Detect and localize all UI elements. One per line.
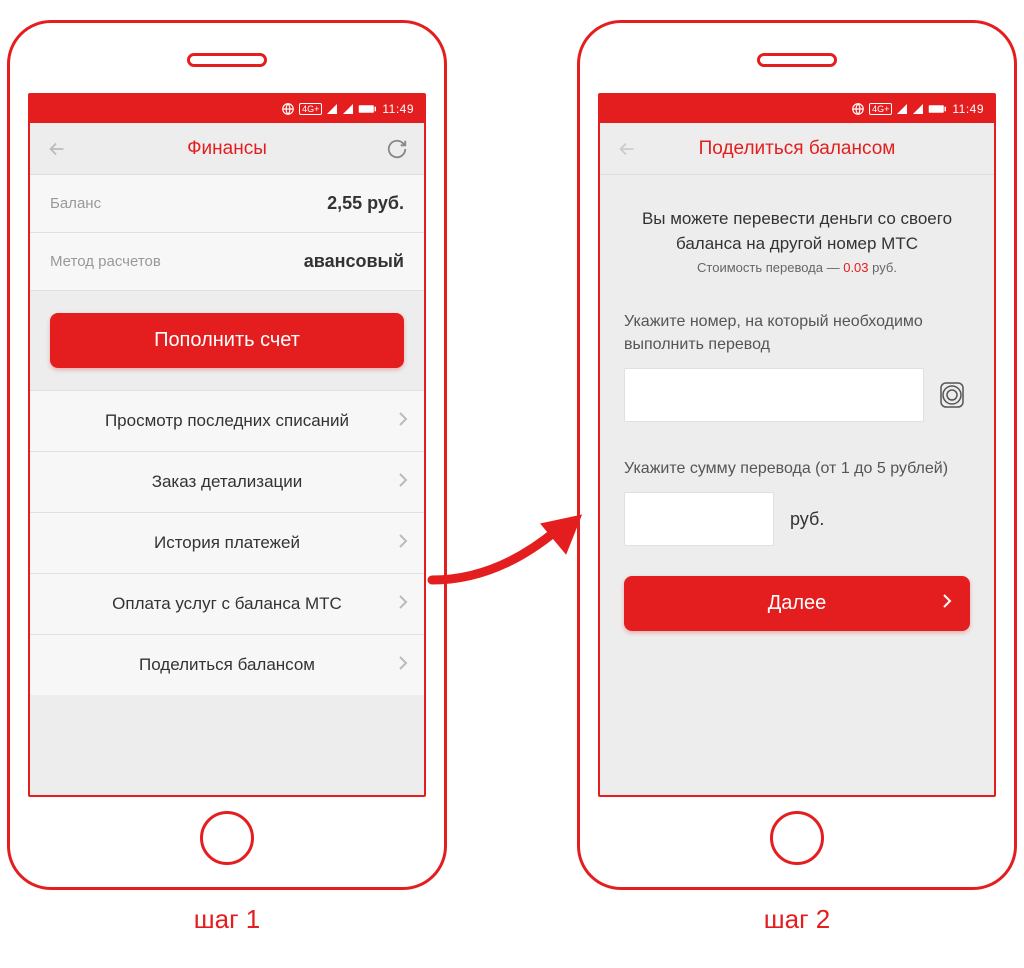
refresh-icon[interactable] (384, 138, 408, 160)
home-button[interactable] (200, 811, 254, 865)
network-indicator: 4G+ (299, 103, 322, 115)
phone-frame-step1: 4G+ 11:49 Финансы Баланс 2, (7, 20, 447, 890)
status-time: 11:49 (952, 102, 984, 116)
next-button-label: Далее (768, 592, 827, 615)
method-value: авансовый (304, 251, 404, 272)
menu-item-share[interactable]: Поделиться балансом (30, 634, 424, 695)
back-icon[interactable] (616, 138, 640, 160)
method-label: Метод расчетов (50, 253, 161, 270)
balance-value: 2,55 руб. (327, 193, 404, 214)
menu-item-label: Оплата услуг с баланса МТС (112, 594, 342, 614)
page-title: Финансы (70, 138, 384, 160)
status-bar: 4G+ 11:49 (600, 95, 994, 123)
method-row: Метод расчетов авансовый (30, 233, 424, 291)
balance-label: Баланс (50, 195, 101, 212)
back-icon[interactable] (46, 138, 70, 160)
phone-field-label: Укажите номер, на который необходимо вып… (624, 311, 970, 356)
share-description: Вы можете перевести деньги со своего бал… (624, 207, 970, 256)
amount-input[interactable] (624, 492, 774, 546)
phone-speaker (187, 53, 267, 67)
chevron-right-icon (398, 594, 408, 615)
menu-item-label: История платежей (154, 533, 300, 553)
screen-step2: 4G+ 11:49 Поделиться балансом Вы можете … (598, 93, 996, 797)
app-bar: Поделиться балансом (600, 123, 994, 175)
topup-button[interactable]: Пополнить счет (50, 313, 404, 368)
cost-prefix: Стоимость перевода — (697, 260, 843, 275)
menu-list: Просмотр последних списаний Заказ детали… (30, 390, 424, 695)
topup-button-label: Пополнить счет (154, 329, 300, 352)
content-area: Баланс 2,55 руб. Метод расчетов авансовы… (30, 175, 424, 795)
app-bar: Финансы (30, 123, 424, 175)
status-icons: 4G+ (281, 101, 376, 117)
amount-unit: руб. (790, 509, 824, 530)
cost-value: 0.03 (843, 260, 868, 275)
status-icons: 4G+ (851, 101, 946, 117)
amount-field-label: Укажите сумму перевода (от 1 до 5 рублей… (624, 458, 970, 480)
status-time: 11:49 (382, 102, 414, 116)
next-button[interactable]: Далее (624, 576, 970, 631)
content-area: Вы можете перевести деньги со своего бал… (600, 175, 994, 795)
screen-step1: 4G+ 11:49 Финансы Баланс 2, (28, 93, 426, 797)
menu-item-label: Заказ детализации (152, 472, 303, 492)
chevron-right-icon (942, 592, 952, 615)
menu-item-detail[interactable]: Заказ детализации (30, 451, 424, 512)
chevron-right-icon (398, 655, 408, 676)
menu-item-recent[interactable]: Просмотр последних списаний (30, 390, 424, 451)
phone-frame-step2: 4G+ 11:49 Поделиться балансом Вы можете … (577, 20, 1017, 890)
menu-item-pay[interactable]: Оплата услуг с баланса МТС (30, 573, 424, 634)
cost-suffix: руб. (869, 260, 897, 275)
share-cost: Стоимость перевода — 0.03 руб. (624, 260, 970, 275)
menu-item-label: Поделиться балансом (139, 655, 315, 675)
home-button[interactable] (770, 811, 824, 865)
menu-item-label: Просмотр последних списаний (105, 411, 349, 431)
step-label-2: шаг 2 (764, 904, 831, 935)
step-label-1: шаг 1 (194, 904, 261, 935)
network-indicator: 4G+ (869, 103, 892, 115)
chevron-right-icon (398, 411, 408, 432)
chevron-right-icon (398, 533, 408, 554)
menu-item-history[interactable]: История платежей (30, 512, 424, 573)
contacts-icon[interactable] (934, 377, 970, 413)
page-title: Поделиться балансом (640, 138, 954, 160)
balance-row: Баланс 2,55 руб. (30, 175, 424, 233)
phone-speaker (757, 53, 837, 67)
phone-input[interactable] (624, 368, 924, 422)
chevron-right-icon (398, 472, 408, 493)
arrow-icon (427, 500, 597, 595)
status-bar: 4G+ 11:49 (30, 95, 424, 123)
